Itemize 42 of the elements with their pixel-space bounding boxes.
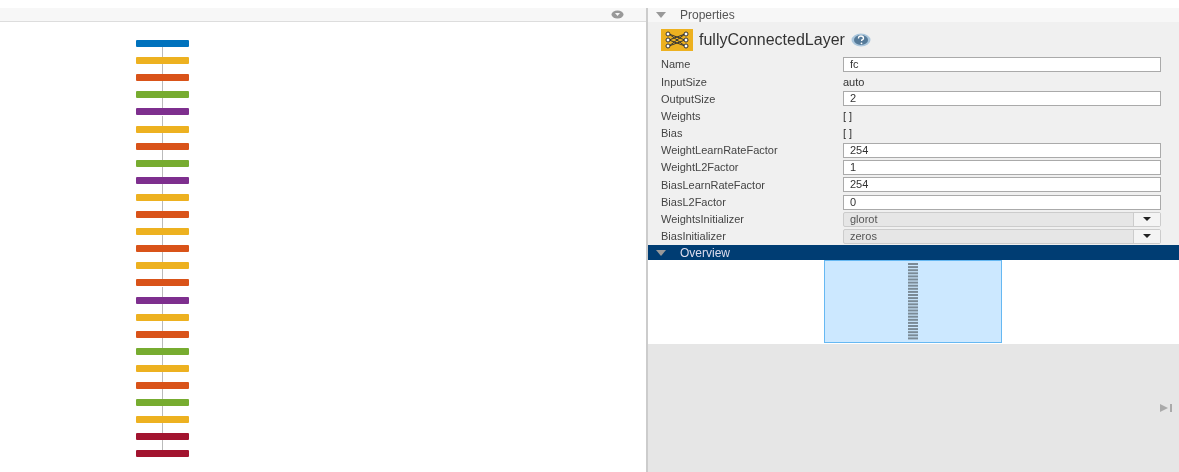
caret-icon [1143,234,1151,239]
layer-block[interactable] [136,279,189,287]
layer-icon [661,29,693,51]
layer-block[interactable] [136,176,189,184]
field-label: Weights [661,108,702,124]
input-field[interactable]: 254 [843,143,1161,159]
layer-block[interactable] [136,142,189,150]
settings-icon[interactable] [611,10,624,19]
field-label: OutputSize [661,91,717,107]
field-value: [ ] [843,108,853,124]
layer-block[interactable] [136,433,189,441]
input-field[interactable]: fc [843,57,1161,73]
field-label: WeightsInitializer [661,212,745,228]
dropdown-field[interactable]: glorot [843,211,1161,227]
input-field[interactable]: 254 [843,177,1161,193]
layer-title: fullyConnectedLayer [699,30,845,50]
field-value: [ ] [843,126,853,142]
play-icon[interactable] [1160,404,1173,413]
overview-viewport[interactable] [823,260,1002,344]
field-label: Name [661,57,692,73]
field-label: InputSize [661,74,708,90]
field-label: BiasL2Factor [661,194,727,210]
field-value: auto [843,74,865,90]
layer-block[interactable] [136,74,189,82]
layer-block[interactable] [136,245,189,253]
help-icon[interactable] [850,33,871,47]
input-field[interactable]: 2 [843,91,1161,107]
field-label: WeightL2Factor [661,160,740,176]
caret-icon [1143,217,1151,222]
layer-block[interactable] [136,296,189,304]
layer-block[interactable] [136,108,189,116]
field-label: WeightLearnRateFactor [661,143,779,159]
layer-block[interactable] [136,330,189,338]
field-label: BiasLearnRateFactor [661,177,766,193]
overview-header[interactable]: Overview [648,245,1179,261]
field-label: Bias [661,126,684,142]
input-field[interactable]: 0 [843,194,1161,210]
properties-header[interactable]: Properties [648,8,1179,22]
field-label: BiasInitializer [661,229,727,245]
dropdown-field[interactable]: zeros [843,228,1161,244]
layer-block[interactable] [136,450,189,458]
input-field[interactable]: 1 [843,160,1161,176]
